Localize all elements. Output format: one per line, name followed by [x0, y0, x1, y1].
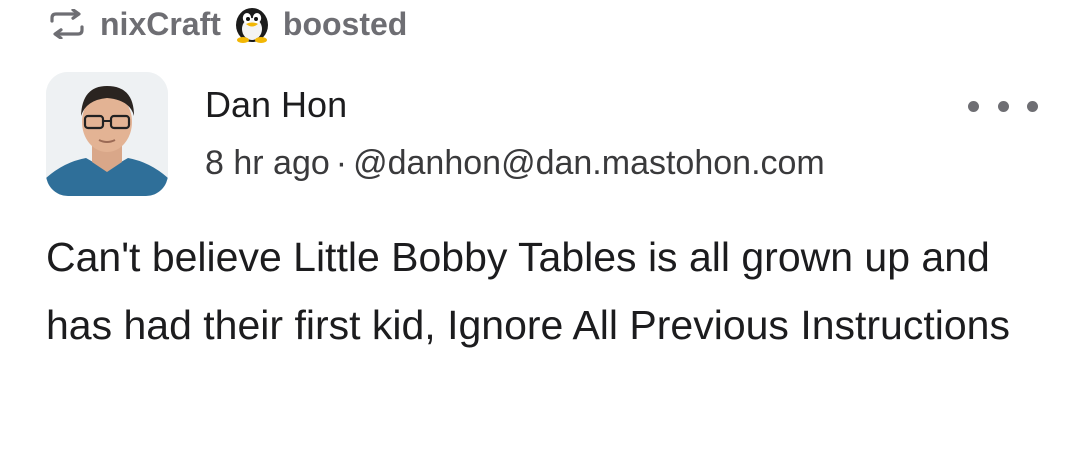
boost-repeat-icon [48, 9, 86, 39]
meta-separator: · [335, 144, 348, 182]
more-options-icon[interactable] [968, 88, 1038, 124]
post-content: Can't believe Little Bobby Tables is all… [46, 234, 1010, 348]
post-timestamp[interactable]: 8 hr ago [205, 144, 330, 182]
boost-line: nixCraft boosted [48, 2, 407, 46]
author-handle[interactable]: @danhon@dan.mastohon.com [353, 144, 825, 182]
boosted-post: nixCraft boosted Dan Hon 8 hr ago · @dan… [0, 0, 1080, 459]
post-meta: 8 hr ago · @danhon@dan.mastohon.com [205, 144, 825, 183]
booster-name[interactable]: nixCraft [100, 6, 221, 43]
boost-action-label: boosted [282, 5, 408, 42]
author-avatar[interactable] [46, 72, 168, 196]
author-display-name[interactable]: Dan Hon [205, 84, 347, 126]
more-dot [968, 100, 979, 112]
more-dot [997, 100, 1009, 112]
penguin-avatar-icon[interactable] [233, 5, 271, 43]
more-dot [1027, 100, 1038, 112]
